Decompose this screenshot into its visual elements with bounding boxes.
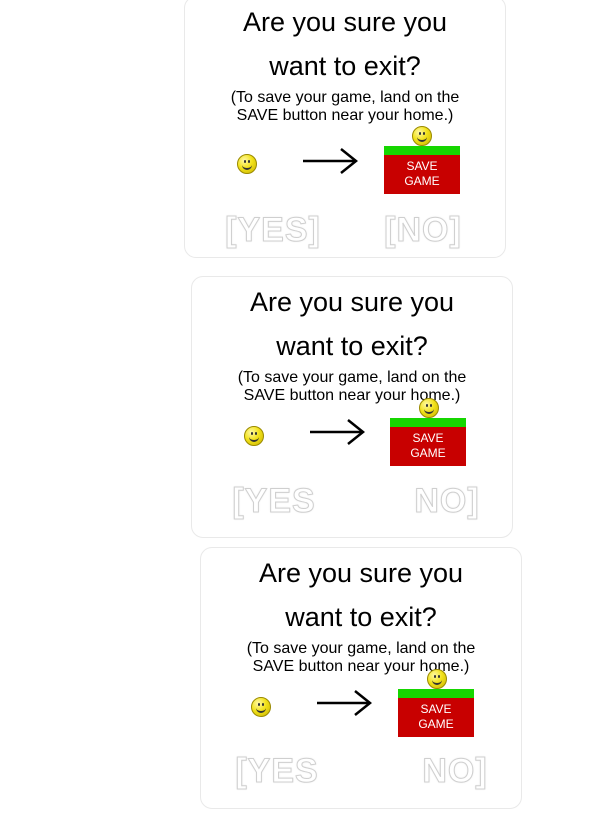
dialog-title-line2: want to exit? bbox=[276, 331, 428, 361]
no-button[interactable]: NO] bbox=[410, 753, 500, 790]
dialog-subtitle-line2: SAVE button near your home.) bbox=[252, 658, 470, 675]
player-smiley-icon bbox=[244, 426, 264, 446]
smiley-on-save-icon bbox=[412, 126, 432, 146]
yes-button[interactable]: [YES] bbox=[221, 212, 325, 249]
smiley-on-save-icon bbox=[427, 669, 447, 689]
right-arrow-icon bbox=[310, 419, 366, 445]
yes-button[interactable]: [YES bbox=[229, 753, 325, 790]
player-smiley-icon bbox=[237, 154, 257, 174]
dialog-subtitle-line1: (To save your game, land on the bbox=[230, 89, 460, 106]
player-smiley-icon bbox=[251, 697, 271, 717]
save-platform-top bbox=[384, 146, 460, 155]
no-button[interactable]: [NO] bbox=[371, 212, 475, 249]
dialog-subtitle-line2: SAVE button near your home.) bbox=[236, 107, 454, 124]
no-button[interactable]: NO] bbox=[402, 483, 492, 520]
dialog-title-line1: Are you sure you bbox=[249, 287, 455, 317]
exit-dialog-3: Are you sure you want to exit? (To save … bbox=[200, 547, 522, 809]
dialog-title-line1: Are you sure you bbox=[258, 558, 464, 588]
right-arrow-icon bbox=[303, 148, 359, 174]
dialog-subtitle-line2: SAVE button near your home.) bbox=[243, 387, 461, 404]
exit-dialog-2: Are you sure you want to exit? (To save … bbox=[191, 276, 513, 538]
save-game-button: SAVE GAME bbox=[384, 146, 460, 194]
dialog-subtitle-line1: (To save your game, land on the bbox=[237, 369, 467, 386]
save-game-button: SAVE GAME bbox=[398, 689, 474, 737]
dialog-title-line1: Are you sure you bbox=[242, 7, 448, 37]
save-game-label: SAVE GAME bbox=[390, 427, 466, 466]
save-game-label: SAVE GAME bbox=[384, 155, 460, 194]
right-arrow-icon bbox=[317, 690, 373, 716]
dialog-title-line2: want to exit? bbox=[285, 602, 437, 632]
save-platform-top bbox=[390, 418, 466, 427]
smiley-on-save-icon bbox=[419, 398, 439, 418]
dialog-subtitle-line1: (To save your game, land on the bbox=[246, 640, 476, 657]
save-game-label: SAVE GAME bbox=[398, 698, 474, 737]
dialog-title-line2: want to exit? bbox=[269, 51, 421, 81]
yes-button[interactable]: [YES bbox=[226, 483, 322, 520]
save-platform-top bbox=[398, 689, 474, 698]
save-game-button: SAVE GAME bbox=[390, 418, 466, 466]
exit-dialog-1: Are you sure you want to exit? (To save … bbox=[184, 0, 506, 258]
